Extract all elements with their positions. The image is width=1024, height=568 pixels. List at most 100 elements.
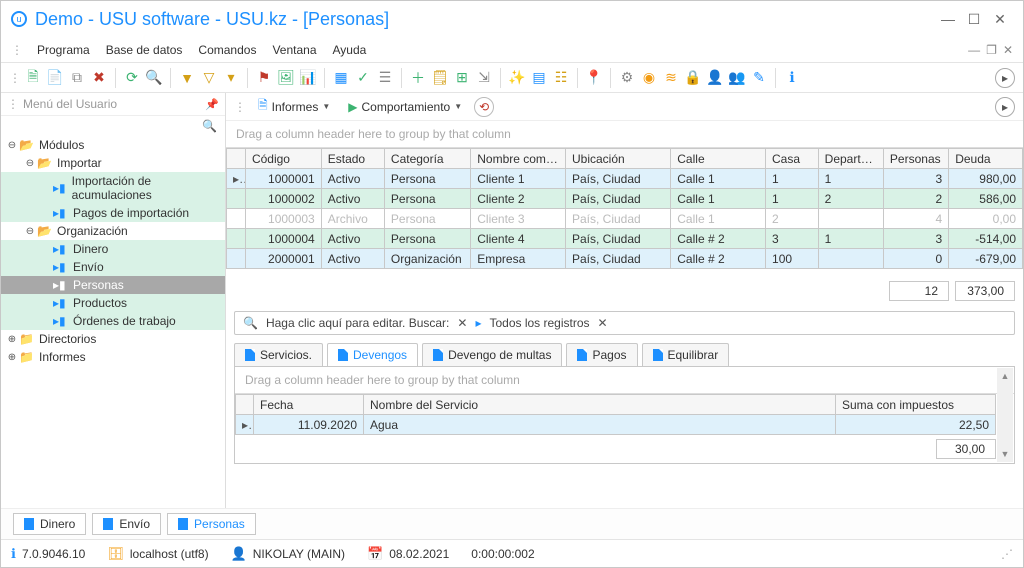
detail-header-row[interactable]: Fecha Nombre del Servicio Suma con impue… — [236, 395, 996, 415]
tab-multas[interactable]: Devengo de multas — [422, 343, 562, 366]
doctab-dinero[interactable]: Dinero — [13, 513, 86, 535]
group-by-hint[interactable]: Drag a column header here to group by th… — [226, 121, 1023, 148]
mdi-minimize-button[interactable]: — — [968, 43, 980, 57]
col-deuda[interactable]: Deuda — [949, 149, 1023, 169]
table-row[interactable]: ▸1000001ActivoPersonaCliente 1País, Ciud… — [227, 169, 1023, 189]
detail-group-hint[interactable]: Drag a column header here to group by th… — [235, 367, 1014, 394]
add-icon[interactable]: ＋ — [408, 68, 428, 88]
tree-modulos[interactable]: ⊖📂Módulos — [1, 136, 225, 154]
lock-icon[interactable]: 🔒 — [683, 68, 703, 88]
main-grid[interactable]: Código Estado Categoría Nombre comp... U… — [226, 148, 1023, 269]
filter3-icon[interactable]: ▾ — [221, 68, 241, 88]
tree-directorios[interactable]: ⊕📁Directorios — [1, 330, 225, 348]
close-button[interactable]: ✕ — [987, 11, 1013, 28]
col-estado[interactable]: Estado — [321, 149, 384, 169]
sidebar-search-icon[interactable]: 🔍 — [202, 119, 217, 133]
dcol-fecha[interactable]: Fecha — [254, 395, 364, 415]
pin-icon[interactable]: 📍 — [584, 68, 604, 88]
detail-scrollbar[interactable]: ▲ ▼ — [997, 368, 1013, 462]
tree-pagos-importacion[interactable]: ▸▮Pagos de importación — [1, 204, 225, 222]
col-nombre[interactable]: Nombre comp... — [471, 149, 566, 169]
table-row[interactable]: 2000001ActivoOrganizaciónEmpresaPaís, Ci… — [227, 249, 1023, 269]
export-icon[interactable]: ⇲ — [474, 68, 494, 88]
menu-basedatos[interactable]: Base de datos — [98, 41, 191, 59]
tree-importar[interactable]: ⊖📂Importar — [1, 154, 225, 172]
search-clear-icon[interactable]: ✕ — [457, 316, 467, 330]
refresh-icon[interactable]: ⟳ — [122, 68, 142, 88]
delete-icon[interactable]: ✖ — [89, 68, 109, 88]
scroll-up-icon[interactable]: ▲ — [997, 368, 1013, 384]
tree-importacion-acumulaciones[interactable]: ▸▮Importación de acumulaciones — [1, 172, 225, 204]
check-icon[interactable]: ✓ — [353, 68, 373, 88]
rss-icon[interactable]: ≋ — [661, 68, 681, 88]
layout-icon[interactable]: ▦ — [331, 68, 351, 88]
open-doc-icon[interactable]: 📄 — [45, 68, 65, 88]
table-row[interactable]: 1000004ActivoPersonaCliente 4País, Ciuda… — [227, 229, 1023, 249]
wizard-icon[interactable]: ✨ — [507, 68, 527, 88]
tree-informes[interactable]: ⊕📁Informes — [1, 348, 225, 366]
users-icon[interactable]: 👥 — [727, 68, 747, 88]
doctab-envio[interactable]: Envío — [92, 513, 161, 535]
sidebar-pin-icon[interactable]: 📌 — [205, 98, 219, 111]
subtoolbar-overflow-icon[interactable]: ▸ — [995, 97, 1015, 117]
minimize-button[interactable]: — — [935, 11, 961, 27]
menu-programa[interactable]: Programa — [29, 41, 98, 59]
search-nav-icon[interactable]: ▸ — [475, 316, 481, 330]
col-categoria[interactable]: Categoría — [384, 149, 470, 169]
new-doc-icon[interactable]: 🗎 — [23, 68, 43, 88]
tree-personas[interactable]: ▸▮Personas — [1, 276, 225, 294]
table-row[interactable]: 1000002ActivoPersonaCliente 2País, Ciuda… — [227, 189, 1023, 209]
note-icon[interactable]: 🗒 — [430, 68, 450, 88]
detail-grid[interactable]: Fecha Nombre del Servicio Suma con impue… — [235, 394, 1014, 463]
form-icon[interactable]: ☰ — [375, 68, 395, 88]
excel-icon[interactable]: ⊞ — [452, 68, 472, 88]
table-icon[interactable]: ▤ — [529, 68, 549, 88]
doctab-personas[interactable]: Personas — [167, 513, 256, 535]
tab-equilibrar[interactable]: Equilibrar — [642, 343, 730, 366]
dcol-servicio[interactable]: Nombre del Servicio — [364, 395, 836, 415]
col-codigo[interactable]: Código — [245, 149, 321, 169]
filter-icon[interactable]: ▼ — [177, 68, 197, 88]
flag-icon[interactable]: ⚑ — [254, 68, 274, 88]
tab-pagos[interactable]: Pagos — [566, 343, 637, 366]
tree-productos[interactable]: ▸▮Productos — [1, 294, 225, 312]
resize-grip-icon[interactable]: ⋰ — [1001, 547, 1013, 561]
tab-devengos[interactable]: Devengos — [327, 343, 418, 366]
maximize-button[interactable]: ☐ — [961, 11, 987, 28]
chart-icon[interactable]: 📊 — [298, 68, 318, 88]
color-icon[interactable]: ◉ — [639, 68, 659, 88]
search-scope-clear-icon[interactable]: ✕ — [598, 316, 608, 330]
info-icon[interactable]: ℹ — [782, 68, 802, 88]
wand-icon[interactable]: ✎ — [749, 68, 769, 88]
tree-envio[interactable]: ▸▮Envío — [1, 258, 225, 276]
tree-organizacion[interactable]: ⊖📂Organización — [1, 222, 225, 240]
toolbar-overflow-icon[interactable]: ▸ — [995, 68, 1015, 88]
col-departa[interactable]: Departa... — [818, 149, 883, 169]
scroll-down-icon[interactable]: ▼ — [997, 446, 1013, 462]
col-casa[interactable]: Casa — [766, 149, 819, 169]
dcol-suma[interactable]: Suma con impuestos — [836, 395, 996, 415]
image-icon[interactable]: 🖼 — [276, 68, 296, 88]
grid-header-row[interactable]: Código Estado Categoría Nombre comp... U… — [227, 149, 1023, 169]
table-row[interactable]: ▸11.09.2020Agua22,50 — [236, 415, 996, 435]
col-ubicacion[interactable]: Ubicación — [565, 149, 670, 169]
filter2-icon[interactable]: ▽ — [199, 68, 219, 88]
search-icon[interactable]: 🔍 — [144, 68, 164, 88]
user-icon[interactable]: 👤 — [705, 68, 725, 88]
col-personas[interactable]: Personas — [883, 149, 948, 169]
tree-dinero[interactable]: ▸▮Dinero — [1, 240, 225, 258]
tree-ordenes[interactable]: ▸▮Órdenes de trabajo — [1, 312, 225, 330]
mdi-close-button[interactable]: ✕ — [1003, 43, 1013, 57]
refresh-circle-icon[interactable]: ⟲ — [474, 97, 494, 117]
menu-comandos[interactable]: Comandos — [190, 41, 264, 59]
tab-servicios[interactable]: Servicios. — [234, 343, 323, 366]
mdi-restore-button[interactable]: ❐ — [986, 43, 997, 57]
col-calle[interactable]: Calle — [671, 149, 766, 169]
copy-icon[interactable]: ⧉ — [67, 68, 87, 88]
menu-ventana[interactable]: Ventana — [264, 41, 324, 59]
table-row[interactable]: 1000003ArchivoPersonaCliente 3País, Ciud… — [227, 209, 1023, 229]
menu-ayuda[interactable]: Ayuda — [325, 41, 375, 59]
informes-dropdown[interactable]: 🗎Informes▼ — [252, 94, 336, 119]
comportamiento-dropdown[interactable]: ▶Comportamiento▼ — [342, 98, 468, 116]
list-icon[interactable]: ☷ — [551, 68, 571, 88]
